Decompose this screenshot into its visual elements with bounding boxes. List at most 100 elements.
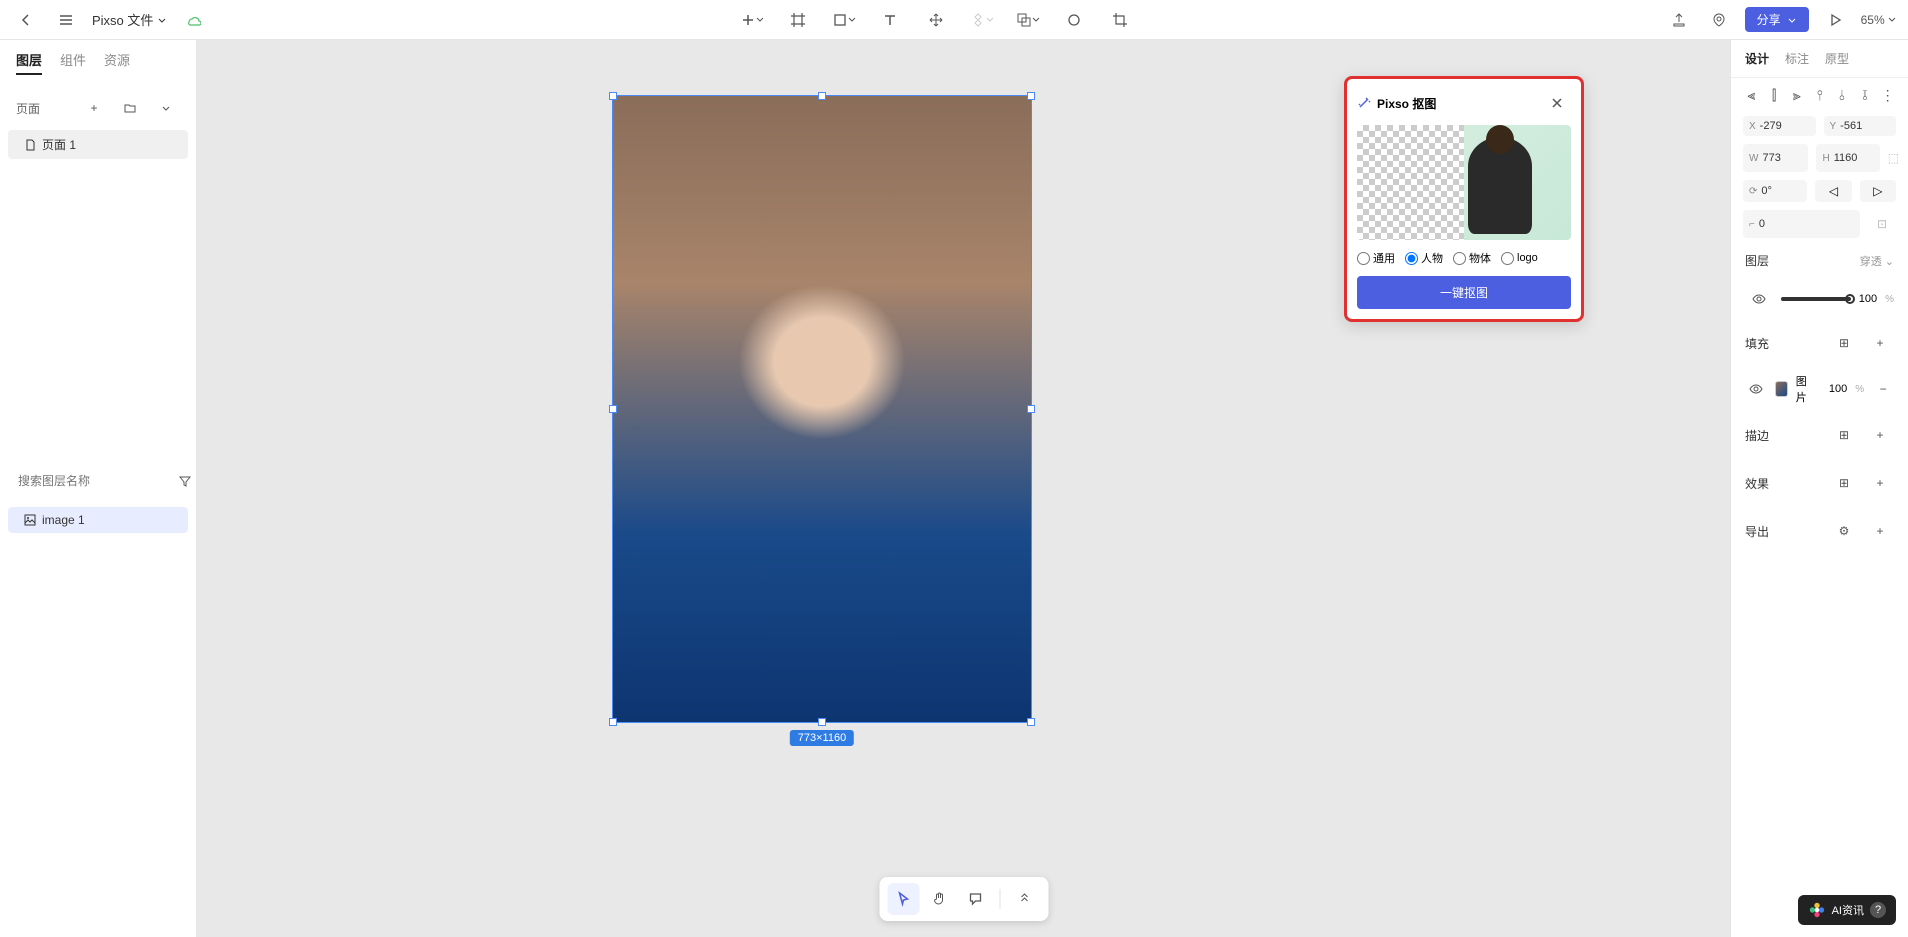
stroke-style-icon[interactable]: ⊞ xyxy=(1830,421,1858,449)
move-tool-icon[interactable] xyxy=(922,6,950,34)
option-person[interactable]: 人物 xyxy=(1405,250,1443,266)
y-field[interactable]: Y xyxy=(1824,116,1897,136)
crop-tool-icon[interactable] xyxy=(1106,6,1134,34)
resize-handle[interactable] xyxy=(1027,92,1035,100)
corners-icon[interactable]: ⊡ xyxy=(1868,210,1896,238)
fill-swatch[interactable] xyxy=(1775,381,1788,397)
search-input[interactable] xyxy=(18,474,173,488)
collapse-pages-icon[interactable] xyxy=(152,94,180,122)
resize-handle[interactable] xyxy=(1027,718,1035,726)
cutout-button[interactable]: 一键抠图 xyxy=(1357,276,1571,309)
filter-icon[interactable] xyxy=(179,467,191,495)
resize-handle[interactable] xyxy=(609,718,617,726)
file-name-dropdown[interactable]: Pixso 文件 xyxy=(92,10,167,29)
effect-style-icon[interactable]: ⊞ xyxy=(1830,469,1858,497)
x-input[interactable] xyxy=(1760,120,1800,132)
tab-assets[interactable]: 资源 xyxy=(104,50,130,75)
tab-design[interactable]: 设计 xyxy=(1745,50,1769,67)
add-effect-icon[interactable]: + xyxy=(1866,469,1894,497)
h-input[interactable] xyxy=(1834,152,1874,164)
menu-icon[interactable] xyxy=(52,6,80,34)
hand-tool-icon[interactable] xyxy=(923,883,955,915)
opacity-slider[interactable] xyxy=(1781,297,1851,301)
fill-label[interactable]: 图片 xyxy=(1796,373,1813,405)
main-area: 图层 组件 资源 页面 + 页面 1 image 1 xyxy=(0,40,1908,937)
tab-components[interactable]: 组件 xyxy=(60,50,86,75)
y-input[interactable] xyxy=(1840,120,1880,132)
fill-opacity-value[interactable]: 100 xyxy=(1829,383,1847,395)
tab-annotate[interactable]: 标注 xyxy=(1785,50,1809,67)
text-tool-icon[interactable] xyxy=(876,6,904,34)
effect-section: 效果 ⊞+ xyxy=(1731,459,1908,507)
resize-handle[interactable] xyxy=(609,405,617,413)
lock-ratio-icon[interactable]: ⬚ xyxy=(1888,144,1899,172)
back-icon[interactable] xyxy=(12,6,40,34)
flip-h-button[interactable]: ◁ xyxy=(1815,180,1851,202)
zoom-dropdown[interactable]: 65% xyxy=(1861,13,1896,27)
add-fill-icon[interactable]: + xyxy=(1866,329,1894,357)
align-right-icon[interactable]: ⫸ xyxy=(1788,86,1805,104)
align-vcenter-icon[interactable]: ⫰ xyxy=(1834,86,1851,104)
location-icon[interactable] xyxy=(1705,6,1733,34)
resize-handle[interactable] xyxy=(818,92,826,100)
add-page-icon[interactable]: + xyxy=(80,94,108,122)
export-settings-icon[interactable]: ⚙ xyxy=(1830,517,1858,545)
boolean-tool-icon[interactable] xyxy=(1014,6,1042,34)
align-top-icon[interactable]: ⫯ xyxy=(1811,86,1828,104)
page-item[interactable]: 页面 1 xyxy=(8,130,188,159)
fill-visibility-icon[interactable] xyxy=(1745,375,1767,403)
help-icon[interactable]: ? xyxy=(1870,902,1886,918)
ellipse-tool-icon[interactable] xyxy=(1060,6,1088,34)
dimension-label: 773×1160 xyxy=(790,730,854,746)
remove-fill-icon[interactable]: − xyxy=(1872,375,1894,403)
flip-v-button[interactable]: ▷ xyxy=(1860,180,1896,202)
align-bottom-icon[interactable]: ⫱ xyxy=(1857,86,1874,104)
x-field[interactable]: X xyxy=(1743,116,1816,136)
resize-handle[interactable] xyxy=(1027,405,1035,413)
export-icon[interactable] xyxy=(1665,6,1693,34)
right-tabs: 设计 标注 原型 xyxy=(1731,40,1908,78)
selected-image[interactable]: 773×1160 xyxy=(612,95,1032,723)
share-button[interactable]: 分享 xyxy=(1745,7,1809,32)
add-stroke-icon[interactable]: + xyxy=(1866,421,1894,449)
align-hcenter-icon[interactable]: ⫿ xyxy=(1766,86,1783,104)
resize-handle[interactable] xyxy=(818,718,826,726)
rotation-field[interactable]: ⟳ xyxy=(1743,180,1807,202)
option-general[interactable]: 通用 xyxy=(1357,250,1395,266)
cloud-sync-icon[interactable] xyxy=(179,6,207,34)
bottom-toolbar xyxy=(879,877,1048,921)
opacity-value[interactable]: 100 xyxy=(1859,293,1877,305)
tab-layers[interactable]: 图层 xyxy=(16,50,42,75)
more-tools-icon[interactable] xyxy=(1008,883,1040,915)
h-field[interactable]: H xyxy=(1816,144,1879,172)
frame-tool-icon[interactable] xyxy=(784,6,812,34)
stroke-section-label: 描边 xyxy=(1745,427,1769,444)
align-left-icon[interactable]: ⫷ xyxy=(1743,86,1760,104)
visibility-icon[interactable] xyxy=(1745,285,1773,313)
add-icon[interactable] xyxy=(738,6,766,34)
toolbar-center xyxy=(207,6,1664,34)
canvas[interactable]: 773×1160 Pixso 抠图 通用 人物 物体 logo 一键抠图 xyxy=(197,40,1730,937)
cursor-tool-icon[interactable] xyxy=(887,883,919,915)
distribute-icon[interactable]: ⋮ xyxy=(1879,86,1896,104)
add-export-icon[interactable]: + xyxy=(1866,517,1894,545)
radius-input[interactable] xyxy=(1759,218,1799,230)
shape-tool-icon[interactable] xyxy=(830,6,858,34)
folder-icon[interactable] xyxy=(116,94,144,122)
comment-tool-icon[interactable] xyxy=(959,883,991,915)
resize-handle[interactable] xyxy=(609,92,617,100)
option-logo[interactable]: logo xyxy=(1501,252,1538,265)
option-object[interactable]: 物体 xyxy=(1453,250,1491,266)
close-icon[interactable] xyxy=(1543,89,1571,117)
rotation-input[interactable] xyxy=(1761,185,1801,197)
layer-item[interactable]: image 1 xyxy=(8,507,188,533)
export-section-label: 导出 xyxy=(1745,523,1769,540)
component-tool-icon[interactable] xyxy=(968,6,996,34)
tab-prototype[interactable]: 原型 xyxy=(1825,50,1849,67)
radius-field[interactable]: ⌐ xyxy=(1743,210,1860,238)
w-input[interactable] xyxy=(1762,152,1802,164)
blend-mode-dropdown[interactable]: 穿透 ⌄ xyxy=(1860,253,1894,269)
play-icon[interactable] xyxy=(1821,6,1849,34)
fill-style-icon[interactable]: ⊞ xyxy=(1830,329,1858,357)
w-field[interactable]: W xyxy=(1743,144,1808,172)
